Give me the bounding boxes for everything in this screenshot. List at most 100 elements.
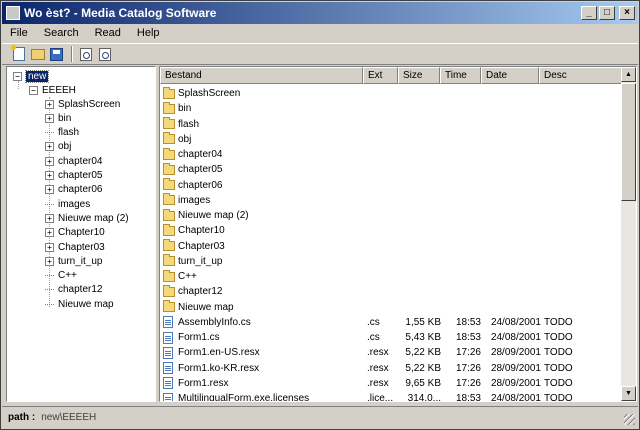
- tree-item[interactable]: images: [45, 197, 90, 211]
- open-button[interactable]: [29, 46, 46, 63]
- folder-row[interactable]: SplashScreen: [160, 86, 622, 101]
- file-row[interactable]: MultilingualForm.exe.licenses .lice... 314…: [160, 391, 622, 401]
- tree-item[interactable]: chapter12: [45, 283, 102, 297]
- title-bar[interactable]: Wo èst? - Media Catalog Software _ □ ×: [2, 2, 638, 24]
- file-row[interactable]: AssemblyInfo.cs .cs 1,55 KB 18:53 24/08/2001…: [160, 315, 622, 330]
- folder-row[interactable]: Chapter10: [160, 223, 622, 238]
- folder-row[interactable]: Chapter03: [160, 239, 622, 254]
- tree-item-label: bin: [58, 112, 72, 124]
- tree-item[interactable]: flash: [45, 126, 79, 140]
- tree-item-label: chapter05: [58, 170, 103, 181]
- tree-item-label: turn_it_up: [58, 255, 103, 267]
- menu-search[interactable]: Search: [44, 27, 79, 39]
- maximize-button[interactable]: □: [599, 6, 615, 20]
- new-catalog-button[interactable]: [10, 45, 27, 63]
- tree-item[interactable]: + chapter04: [45, 154, 102, 168]
- expand-icon[interactable]: +: [45, 142, 54, 152]
- item-name: Chapter03: [178, 240, 225, 252]
- scroll-down-icon[interactable]: ▼: [621, 386, 636, 401]
- item-name: obj: [178, 133, 192, 145]
- expand-icon[interactable]: +: [45, 213, 54, 223]
- save-button[interactable]: [48, 46, 65, 63]
- column-header-date[interactable]: Date: [481, 67, 539, 84]
- find-button[interactable]: [96, 46, 113, 63]
- collapse-icon[interactable]: −: [13, 71, 22, 81]
- tree-item[interactable]: + chapter05: [45, 169, 102, 183]
- column-header-name[interactable]: Bestand: [160, 67, 363, 84]
- file-list[interactable]: Bestand Ext Size Time Date Desc SplashSc…: [159, 66, 637, 402]
- status-bar: path : new\EEEEH: [2, 406, 638, 428]
- tree-item[interactable]: + obj: [45, 140, 71, 154]
- folder-row[interactable]: obj: [160, 132, 622, 147]
- scroll-up-icon[interactable]: ▲: [621, 67, 636, 82]
- folder-icon: [163, 117, 175, 129]
- column-header-ext[interactable]: Ext: [363, 67, 398, 84]
- folder-row[interactable]: chapter06: [160, 178, 622, 193]
- folder-icon: [163, 162, 175, 175]
- column-header-desc[interactable]: Desc: [539, 67, 622, 84]
- tree-root-label: new: [24, 69, 50, 83]
- tree-item[interactable]: + chapter06: [45, 183, 102, 197]
- menu-file[interactable]: File: [10, 27, 28, 39]
- tree-leaf-line: [45, 303, 54, 305]
- folder-row[interactable]: Nieuwe map (2): [160, 208, 622, 223]
- column-header-time[interactable]: Time: [440, 67, 481, 84]
- folder-row[interactable]: chapter12: [160, 284, 622, 299]
- expand-icon[interactable]: +: [45, 256, 54, 266]
- folder-row[interactable]: Nieuwe map: [160, 300, 622, 315]
- file-row[interactable]: Form1.cs .cs 5,43 KB 18:53 24/08/2001 TODO: [160, 330, 622, 345]
- cell-desc: TODO: [544, 362, 573, 374]
- menu-help[interactable]: Help: [137, 27, 160, 39]
- expand-icon[interactable]: +: [45, 113, 54, 123]
- tree-item[interactable]: C++: [45, 269, 77, 283]
- menu-read[interactable]: Read: [95, 27, 121, 39]
- tree-item-label: chapter04: [58, 155, 103, 167]
- scroll-thumb[interactable]: [621, 83, 636, 201]
- column-header-size[interactable]: Size: [398, 67, 440, 84]
- folder-row[interactable]: images: [160, 193, 622, 208]
- cell-name: Form1.cs: [163, 330, 363, 345]
- tree-child-label: EEEEH: [42, 84, 76, 96]
- folder-row[interactable]: chapter05: [160, 162, 622, 177]
- file-icon: [163, 362, 173, 374]
- close-button[interactable]: ×: [619, 6, 635, 20]
- cell-name: Nieuwe map (2): [163, 208, 363, 223]
- folder-row[interactable]: turn_it_up: [160, 254, 622, 269]
- tree-item[interactable]: Nieuwe map: [45, 297, 114, 311]
- folder-row[interactable]: flash: [160, 117, 622, 132]
- file-row[interactable]: Form1.resx .resx 9,65 KB 17:26 28/09/2001 TOD…: [160, 376, 622, 391]
- collapse-icon[interactable]: −: [29, 85, 38, 95]
- tree-item[interactable]: + turn_it_up: [45, 254, 102, 268]
- tree-item[interactable]: + Nieuwe map (2): [45, 211, 129, 225]
- tree-item[interactable]: + Chapter03: [45, 240, 105, 254]
- expand-icon[interactable]: +: [45, 99, 54, 109]
- cell-name: flash: [163, 117, 363, 132]
- file-row[interactable]: Form1.ko-KR.resx .resx 5,22 KB 17:26 28/09/2…: [160, 361, 622, 376]
- tree-leaf-line: [45, 289, 54, 291]
- cell-size: 9,65 KB: [405, 377, 441, 389]
- search-file-button[interactable]: [77, 46, 94, 63]
- expand-icon[interactable]: +: [45, 171, 54, 180]
- expand-icon[interactable]: +: [45, 156, 54, 166]
- cell-desc: TODO: [544, 332, 573, 343]
- file-row[interactable]: Form1.en-US.resx .resx 5,22 KB 17:26 28/09/2…: [160, 345, 622, 360]
- tree-item-label: Nieuwe map: [58, 298, 114, 310]
- expand-icon[interactable]: +: [45, 242, 54, 252]
- minimize-button[interactable]: _: [581, 6, 597, 20]
- tree-item[interactable]: + bin: [45, 111, 71, 125]
- folder-tree[interactable]: − new − EEEEH + SplashScreen + bin flash + obj…: [6, 66, 156, 402]
- vertical-scrollbar[interactable]: ▲ ▼: [621, 67, 636, 401]
- expand-icon[interactable]: +: [45, 185, 54, 195]
- tree-leaf-line: [45, 275, 54, 277]
- cell-ext: .cs: [367, 332, 380, 343]
- cell-time: 18:53: [455, 316, 481, 328]
- folder-row[interactable]: C++: [160, 269, 622, 284]
- tree-item[interactable]: + SplashScreen: [45, 97, 120, 111]
- folder-row[interactable]: bin: [160, 101, 622, 116]
- resize-grip[interactable]: [624, 414, 635, 425]
- expand-icon[interactable]: +: [45, 228, 54, 238]
- tree-item[interactable]: + Chapter10: [45, 226, 105, 240]
- folder-row[interactable]: chapter04: [160, 147, 622, 162]
- tree-child[interactable]: − EEEEH: [29, 83, 76, 97]
- tree-root[interactable]: − new: [13, 69, 50, 83]
